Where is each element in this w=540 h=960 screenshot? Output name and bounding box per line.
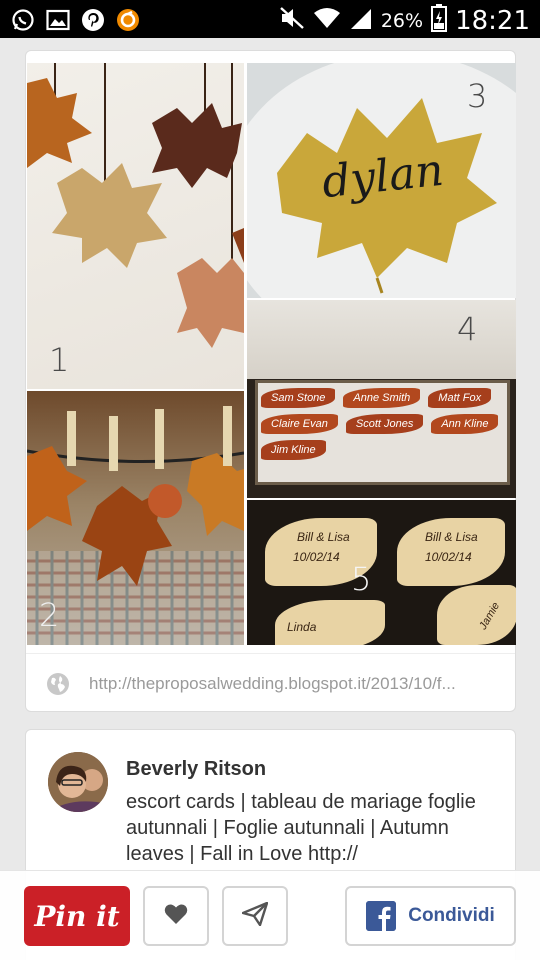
collage-photo-1: 1 <box>27 63 244 389</box>
leaf-name-tag: Anne Smith <box>343 388 421 408</box>
collage-number: 2 <box>39 596 60 634</box>
status-bar: 26% 18:21 <box>0 0 540 38</box>
wood-tag-text: Bill & Lisa <box>297 530 350 544</box>
send-button[interactable] <box>222 886 288 946</box>
send-icon <box>241 901 269 931</box>
collage-photo-3: dylan 3 <box>247 63 516 298</box>
battery-percent: 26% <box>380 9 424 32</box>
wood-tag-text: Linda <box>287 620 317 634</box>
source-link[interactable]: http://theproposalwedding.blogspot.it/20… <box>26 653 515 713</box>
share-label: Condividi <box>408 905 495 926</box>
collage-number: 1 <box>49 341 70 379</box>
facebook-icon <box>366 901 397 931</box>
source-url[interactable]: http://theproposalwedding.blogspot.it/20… <box>89 674 456 694</box>
wood-tag-text: Bill & Lisa <box>425 530 478 544</box>
leaf-name-tag: Claire Evan <box>261 414 338 434</box>
wifi-icon <box>313 6 341 35</box>
clock: 18:21 <box>455 5 530 36</box>
pinterest-icon <box>80 7 105 32</box>
leaf-name-tag: Scott Jones <box>345 414 424 434</box>
collage-photo-2: 2 <box>27 391 244 645</box>
collage-number: 3 <box>467 77 488 115</box>
orange-app-icon <box>115 7 140 32</box>
leaf-name-tag: Jim Kline <box>261 440 326 460</box>
mute-icon <box>279 6 305 35</box>
leaf-name-tag: Sam Stone <box>261 388 336 408</box>
pin-card[interactable]: 1 2 dylan 3 Sam Stone Anne Smith Matt Fo… <box>25 50 516 712</box>
leaf-name-tag: Matt Fox <box>428 388 492 408</box>
leaf-name-tag: Ann Kline <box>431 414 499 434</box>
like-button[interactable] <box>143 886 209 946</box>
collage-number: 4 <box>457 310 478 348</box>
whatsapp-icon <box>10 7 35 32</box>
facebook-share-button[interactable]: Condividi <box>345 886 516 946</box>
collage-number: 5 <box>351 560 372 598</box>
wood-tag-text: 10/02/14 <box>425 550 472 564</box>
wood-tag-text: 10/02/14 <box>293 550 340 564</box>
pin-it-button[interactable]: Pin it <box>24 886 130 946</box>
collage-photo-4: Sam Stone Anne Smith Matt Fox Claire Eva… <box>247 300 516 498</box>
action-bar: Pin it Condividi <box>0 870 540 960</box>
user-name[interactable]: Beverly Ritson <box>126 758 266 781</box>
battery-icon <box>431 4 448 37</box>
pin-description: escort cards | tableau de mariage foglie… <box>126 791 476 865</box>
collage-photo-5: Bill & Lisa 10/02/14 Bill & Lisa 10/02/1… <box>247 500 516 645</box>
heart-icon <box>164 903 188 930</box>
pin-image-collage[interactable]: 1 2 dylan 3 Sam Stone Anne Smith Matt Fo… <box>27 63 516 696</box>
gallery-icon <box>45 7 70 32</box>
avatar[interactable] <box>48 752 108 812</box>
signal-icon <box>349 6 373 35</box>
globe-icon <box>46 672 70 701</box>
